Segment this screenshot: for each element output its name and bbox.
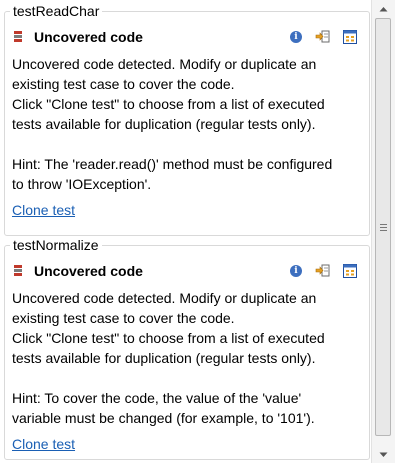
vertical-scrollbar[interactable] — [371, 0, 395, 463]
go-to-source-icon[interactable] — [315, 263, 331, 279]
scroll-up-arrow-icon[interactable] — [372, 0, 395, 17]
info-icon[interactable]: i — [288, 29, 304, 45]
grip-icon — [379, 223, 387, 231]
info-icon[interactable]: i — [288, 263, 304, 279]
issue-title: Uncovered code — [34, 263, 143, 279]
uncovered-code-icon — [12, 264, 26, 278]
hint-text: Hint: The 'reader.read()' method must be… — [12, 156, 333, 192]
issue-message: Uncovered code detected. Modify or dupli… — [12, 288, 362, 454]
group-title: testReadChar — [10, 2, 103, 20]
scrollbar-thumb[interactable] — [375, 18, 391, 436]
group-title: testNormalize — [10, 236, 102, 254]
test-case-assistant-view: testReadChar Uncovered code i Uncovered … — [0, 0, 371, 463]
scrollbar-track[interactable] — [372, 18, 395, 445]
scroll-down-arrow-icon[interactable] — [372, 446, 395, 463]
issue-message: Uncovered code detected. Modify or dupli… — [12, 54, 362, 220]
issue-header: Uncovered code i — [12, 260, 362, 282]
uncovered-code-icon — [12, 30, 26, 44]
show-details-icon[interactable] — [342, 263, 358, 279]
go-to-source-icon[interactable] — [315, 29, 331, 45]
issue-header: Uncovered code i — [12, 26, 362, 48]
show-details-icon[interactable] — [342, 29, 358, 45]
clone-test-link[interactable]: Clone test — [12, 200, 75, 220]
test-group-normalize: testNormalize Uncovered code i Uncovered… — [4, 236, 370, 460]
issue-title: Uncovered code — [34, 29, 143, 45]
hint-text: Hint: To cover the code, the value of th… — [12, 390, 315, 426]
clone-test-link[interactable]: Clone test — [12, 434, 75, 454]
test-group-readchar: testReadChar Uncovered code i Uncovered … — [4, 2, 370, 236]
